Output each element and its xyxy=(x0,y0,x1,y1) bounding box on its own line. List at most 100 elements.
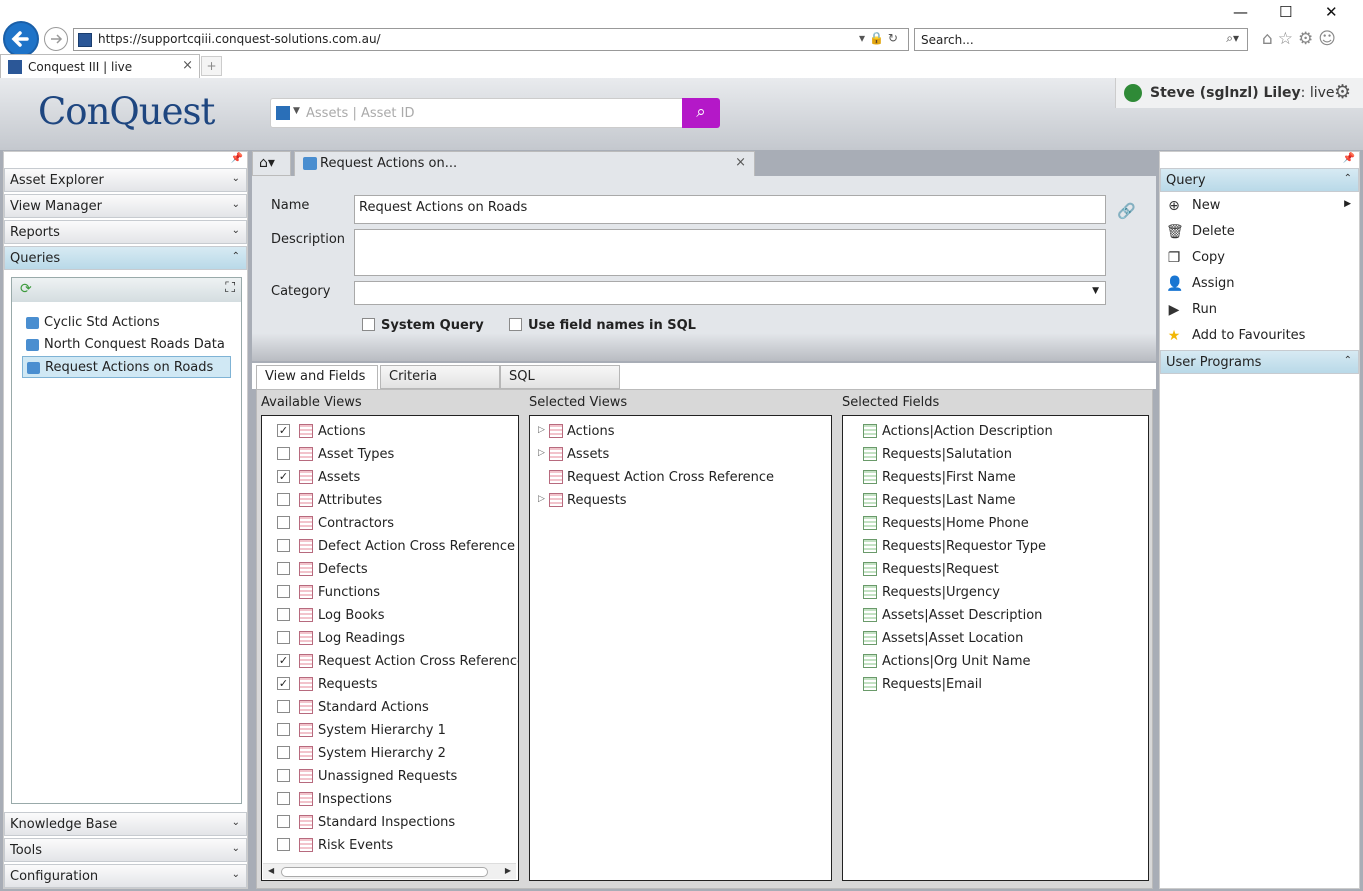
query-item-north-conquest-roads-data[interactable]: North Conquest Roads Data xyxy=(22,334,231,356)
section-configuration[interactable]: Configuration ⌄ xyxy=(4,864,247,888)
action-add-to-favourites[interactable]: ★ Add to Favourites xyxy=(1160,323,1359,349)
address-bar[interactable]: https://supportcqiii.conquest-solutions.… xyxy=(73,28,909,51)
selected-field-requests-email[interactable]: Requests|Email xyxy=(843,674,1143,697)
close-icon[interactable]: × xyxy=(735,155,746,170)
section-asset-explorer[interactable]: Asset Explorer ⌄ xyxy=(4,168,247,192)
refresh-icon[interactable]: ⟳ xyxy=(20,281,32,297)
selected-field-actions-action-description[interactable]: Actions|Action Description xyxy=(843,421,1143,444)
link-icon[interactable]: 🔗 xyxy=(1117,202,1136,220)
search-icon[interactable]: ⌕▾ xyxy=(1226,31,1239,46)
sync-icon[interactable] xyxy=(1124,84,1142,102)
available-view-standard-inspections[interactable]: Standard Inspections xyxy=(262,812,518,835)
view-checkbox[interactable] xyxy=(277,516,290,529)
building-icon[interactable] xyxy=(276,106,290,120)
home-tab[interactable]: ⌂▾ xyxy=(252,151,291,176)
selected-field-assets-asset-description[interactable]: Assets|Asset Description xyxy=(843,605,1143,628)
tab-sql[interactable]: SQL xyxy=(500,365,620,389)
new-tab-icon[interactable]: + xyxy=(201,56,222,76)
available-view-request-action-cross-reference[interactable]: ✓ Request Action Cross Reference xyxy=(262,651,518,674)
section-user-programs[interactable]: User Programs ⌃ xyxy=(1160,350,1359,374)
asset-search-input[interactable]: ▼ Assets | Asset ID xyxy=(270,98,683,128)
available-view-risk-events[interactable]: Risk Events xyxy=(262,835,518,858)
available-view-inspections[interactable]: Inspections xyxy=(262,789,518,812)
view-checkbox[interactable] xyxy=(277,723,290,736)
selected-field-requests-last-name[interactable]: Requests|Last Name xyxy=(843,490,1143,513)
scrollbar-thumb[interactable] xyxy=(281,867,488,877)
horizontal-scrollbar[interactable]: ◀ ▶ xyxy=(263,863,516,879)
action-run[interactable]: ▶ Run xyxy=(1160,297,1359,323)
selected-field-actions-org-unit-name[interactable]: Actions|Org Unit Name xyxy=(843,651,1143,674)
available-view-requests[interactable]: ✓ Requests xyxy=(262,674,518,697)
view-checkbox[interactable] xyxy=(277,562,290,575)
action-assign[interactable]: 👤 Assign xyxy=(1160,271,1359,297)
close-tab-icon[interactable]: × xyxy=(182,58,193,73)
category-select[interactable]: ▼ xyxy=(354,281,1106,305)
expand-arrow-icon[interactable]: ▷ xyxy=(538,494,545,504)
section-queries[interactable]: Queries ⌃ xyxy=(4,246,247,270)
system-query-checkbox[interactable] xyxy=(362,318,375,331)
view-checkbox[interactable] xyxy=(277,447,290,460)
view-checkbox[interactable] xyxy=(277,769,290,782)
action-copy[interactable]: ❐ Copy xyxy=(1160,245,1359,271)
selected-field-requests-request[interactable]: Requests|Request xyxy=(843,559,1143,582)
description-input[interactable] xyxy=(354,229,1106,276)
view-checkbox[interactable]: ✓ xyxy=(277,424,290,437)
view-checkbox[interactable] xyxy=(277,585,290,598)
gear-icon[interactable]: ⚙ xyxy=(1334,81,1351,103)
action-new[interactable]: ⊕ New ▶ xyxy=(1160,193,1359,219)
browser-search-input[interactable]: Search... ⌕▾ xyxy=(914,28,1248,51)
selected-field-requests-requestor-type[interactable]: Requests|Requestor Type xyxy=(843,536,1143,559)
minimize-icon[interactable]: — xyxy=(1233,3,1248,21)
available-view-system-hierarchy-2[interactable]: System Hierarchy 2 xyxy=(262,743,518,766)
available-view-system-hierarchy-1[interactable]: System Hierarchy 1 xyxy=(262,720,518,743)
available-view-actions[interactable]: ✓ Actions xyxy=(262,421,518,444)
section-query[interactable]: Query ⌃ xyxy=(1160,168,1359,192)
section-knowledge-base[interactable]: Knowledge Base ⌄ xyxy=(4,812,247,836)
use-field-names-checkbox[interactable] xyxy=(509,318,522,331)
action-delete[interactable]: 🗑 Delete xyxy=(1160,219,1359,245)
scroll-left-icon[interactable]: ◀ xyxy=(268,866,274,875)
available-view-attributes[interactable]: Attributes xyxy=(262,490,518,513)
browser-toolbar-icons[interactable]: ⌂☆⚙☺ xyxy=(1262,29,1341,49)
close-window-icon[interactable]: ✕ xyxy=(1325,3,1338,21)
available-view-log-readings[interactable]: Log Readings xyxy=(262,628,518,651)
available-view-unassigned-requests[interactable]: Unassigned Requests xyxy=(262,766,518,789)
available-view-contractors[interactable]: Contractors xyxy=(262,513,518,536)
view-checkbox[interactable] xyxy=(277,700,290,713)
view-checkbox[interactable] xyxy=(277,608,290,621)
selected-field-requests-salutation[interactable]: Requests|Salutation xyxy=(843,444,1143,467)
name-input[interactable]: Request Actions on Roads xyxy=(354,195,1106,224)
search-button[interactable]: ⌕ xyxy=(682,98,720,128)
available-view-log-books[interactable]: Log Books xyxy=(262,605,518,628)
view-checkbox[interactable]: ✓ xyxy=(277,654,290,667)
browser-tab[interactable]: Conquest III | live × xyxy=(0,54,200,78)
tab-view-and-fields[interactable]: View and Fields xyxy=(256,365,378,390)
view-checkbox[interactable] xyxy=(277,746,290,759)
selected-view-actions[interactable]: ▷ Actions xyxy=(530,421,830,444)
view-checkbox[interactable] xyxy=(277,539,290,552)
view-checkbox[interactable] xyxy=(277,792,290,805)
forward-arrow-icon[interactable] xyxy=(44,27,68,51)
available-view-functions[interactable]: Functions xyxy=(262,582,518,605)
maximize-icon[interactable]: ☐ xyxy=(1279,3,1292,21)
expand-icon[interactable]: ⛶ xyxy=(225,280,235,296)
expand-arrow-icon[interactable]: ▷ xyxy=(538,425,545,435)
address-tools-icon[interactable]: ▾🔒↻ xyxy=(859,31,902,45)
selected-view-requests[interactable]: ▷ Requests xyxy=(530,490,830,513)
query-item-cyclic-std-actions[interactable]: Cyclic Std Actions xyxy=(22,312,166,334)
pin-icon[interactable]: 📌 xyxy=(231,153,243,164)
selected-views-tree[interactable]: ▷ Actions ▷ Assets Request Action Cross Refe… xyxy=(529,415,832,881)
available-view-standard-actions[interactable]: Standard Actions xyxy=(262,697,518,720)
selected-fields-list[interactable]: Actions|Action Description Requests|Salut… xyxy=(842,415,1149,881)
document-tab[interactable]: Request Actions on... × xyxy=(294,151,755,176)
available-view-assets[interactable]: ✓ Assets xyxy=(262,467,518,490)
available-views-list[interactable]: ✓ Actions Asset Types ✓ Assets Attributes Cont… xyxy=(261,415,519,881)
back-arrow-icon[interactable] xyxy=(3,21,39,57)
conquest-logo[interactable]: ConQuest xyxy=(38,90,215,133)
view-checkbox[interactable]: ✓ xyxy=(277,677,290,690)
section-tools[interactable]: Tools ⌄ xyxy=(4,838,247,862)
expand-arrow-icon[interactable]: ▷ xyxy=(538,448,545,458)
selected-field-requests-first-name[interactable]: Requests|First Name xyxy=(843,467,1143,490)
selected-field-requests-home-phone[interactable]: Requests|Home Phone xyxy=(843,513,1143,536)
section-reports[interactable]: Reports ⌄ xyxy=(4,220,247,244)
